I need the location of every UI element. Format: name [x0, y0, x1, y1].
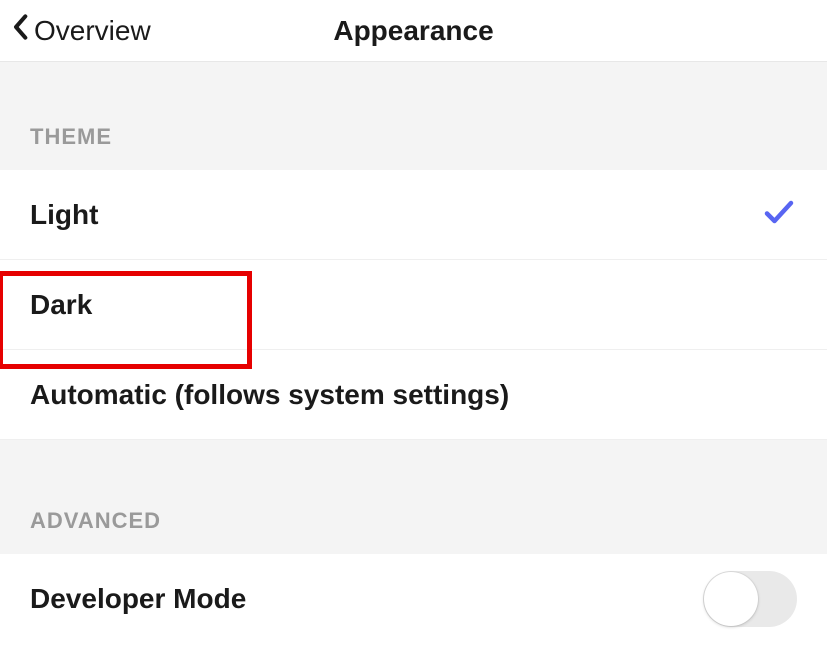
toggle-thumb	[704, 572, 758, 626]
theme-option-label: Dark	[30, 289, 92, 321]
section-heading-theme: THEME	[0, 62, 827, 170]
header: Overview Appearance	[0, 0, 827, 62]
theme-option-light[interactable]: Light	[0, 170, 827, 260]
page-title: Appearance	[333, 15, 493, 47]
developer-mode-toggle[interactable]	[703, 571, 797, 627]
theme-option-label: Light	[30, 199, 98, 231]
back-label: Overview	[34, 15, 151, 47]
chevron-left-icon	[12, 13, 28, 48]
section-heading-advanced: ADVANCED	[0, 440, 827, 554]
theme-option-automatic[interactable]: Automatic (follows system settings)	[0, 350, 827, 440]
back-button[interactable]: Overview	[12, 13, 151, 48]
theme-option-label: Automatic (follows system settings)	[30, 379, 509, 411]
theme-option-dark[interactable]: Dark	[0, 260, 827, 350]
check-icon	[761, 194, 797, 235]
developer-mode-row[interactable]: Developer Mode	[0, 554, 827, 644]
content: THEME Light Dark Automatic (follows syst…	[0, 62, 827, 644]
developer-mode-label: Developer Mode	[30, 583, 246, 615]
